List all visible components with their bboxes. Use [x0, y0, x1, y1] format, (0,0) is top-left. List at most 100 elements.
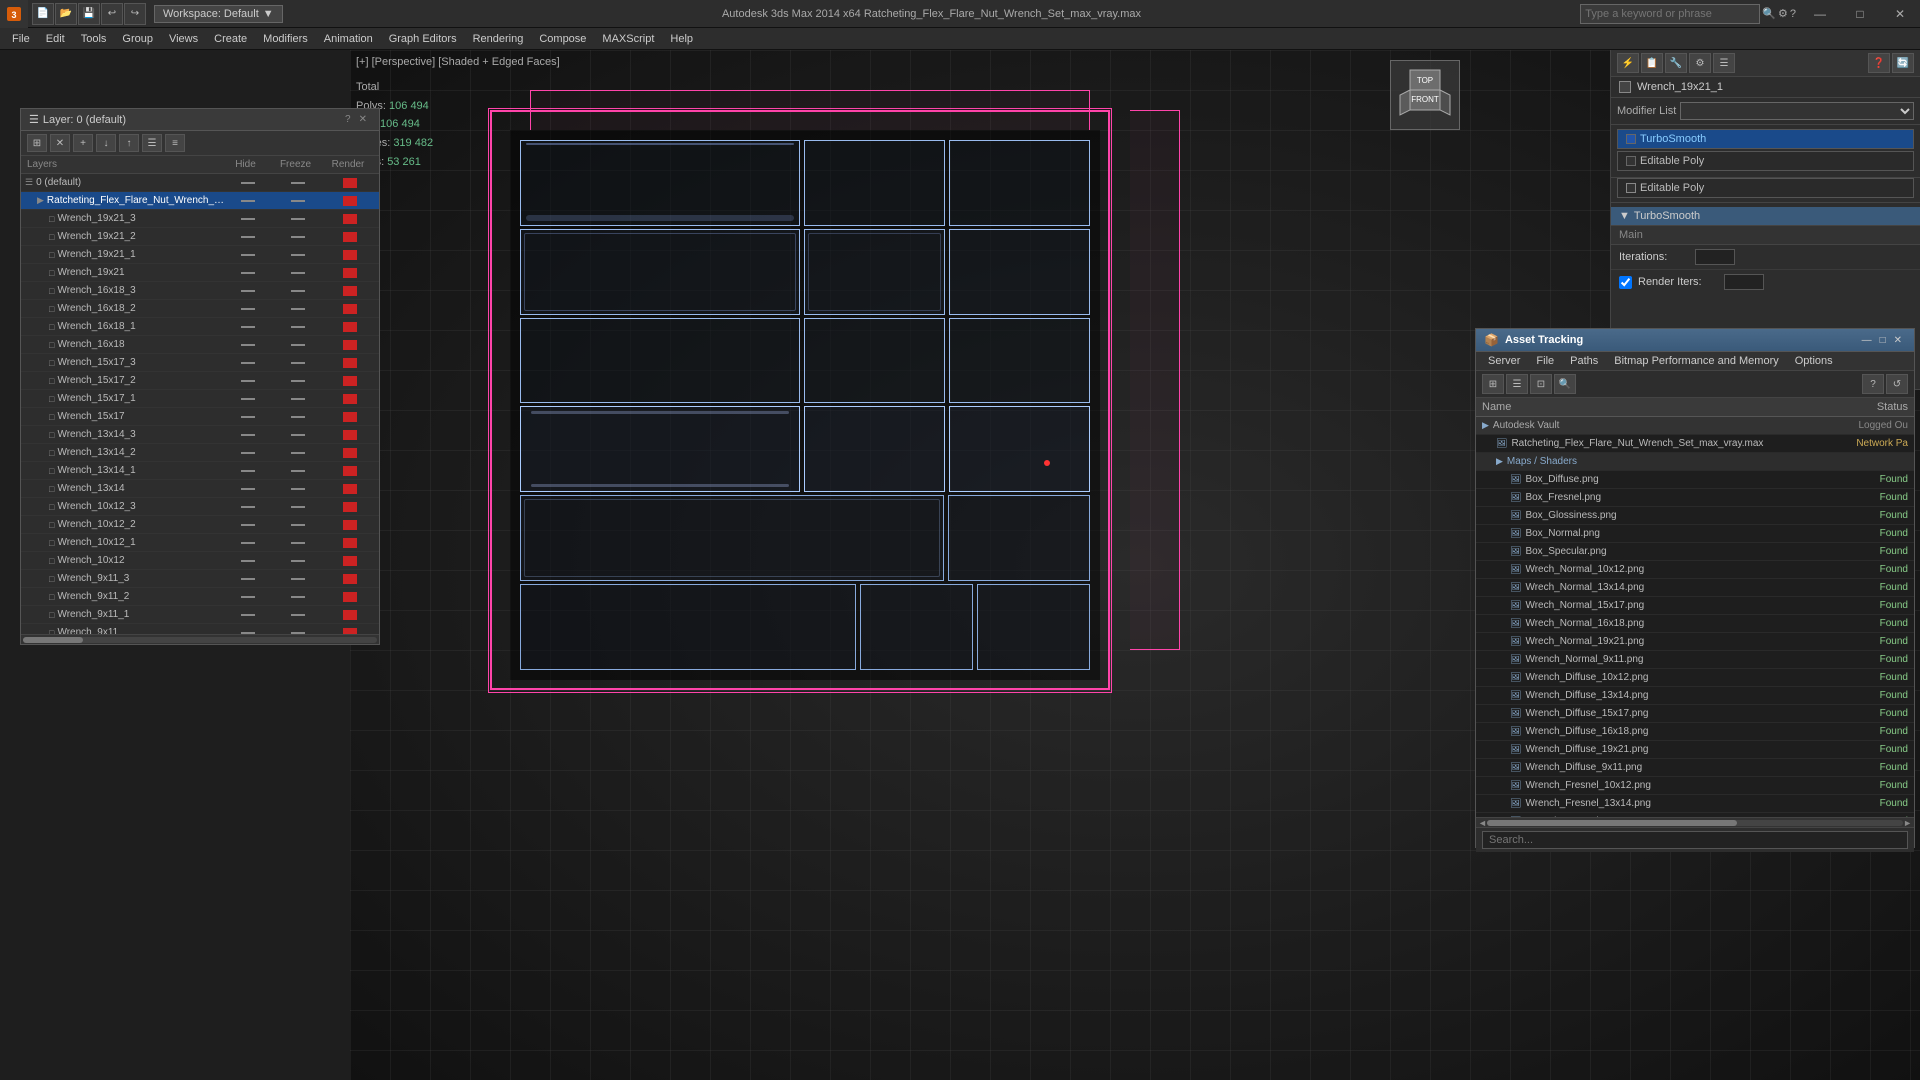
asset-row[interactable]: 🖼 Box_Diffuse.png Found: [1476, 471, 1914, 489]
asset-row[interactable]: 🖼 Wrench_Diffuse_13x14.png Found: [1476, 687, 1914, 705]
mod-icon-1[interactable]: ⚡: [1617, 53, 1639, 73]
asset-maximize-btn[interactable]: □: [1876, 335, 1890, 346]
mod-icon-6[interactable]: ❓: [1868, 53, 1890, 73]
asset-search-input[interactable]: [1482, 831, 1908, 849]
render-iters-input[interactable]: [1724, 274, 1764, 290]
menu-graph-editors[interactable]: Graph Editors: [381, 28, 465, 50]
asset-row[interactable]: ▶ Autodesk Vault Logged Ou: [1476, 417, 1914, 435]
asset-row[interactable]: 🖼 Wrench_Fresnel_13x14.png Found: [1476, 795, 1914, 813]
save-btn[interactable]: 💾: [78, 3, 100, 25]
menu-group[interactable]: Group: [114, 28, 161, 50]
modifier-list-item[interactable]: TurboSmooth: [1617, 129, 1914, 149]
asset-row[interactable]: 🖼 Wrench_Fresnel_10x12.png Found: [1476, 777, 1914, 795]
asset-close-btn[interactable]: ✕: [1890, 335, 1906, 346]
asset-row[interactable]: 🖼 Wrench_Normal_9x11.png Found: [1476, 651, 1914, 669]
layer-scrollbar[interactable]: [21, 634, 379, 644]
layer-item[interactable]: □ Wrench_9x11_3: [21, 570, 379, 588]
menu-rendering[interactable]: Rendering: [465, 28, 532, 50]
mod-icon-2[interactable]: 📋: [1641, 53, 1663, 73]
asset-tool-help[interactable]: ?: [1862, 374, 1884, 394]
search-input[interactable]: [1580, 4, 1760, 24]
asset-tool-refresh[interactable]: ↺: [1886, 374, 1908, 394]
layer-item[interactable]: □ Wrench_19x21_3: [21, 210, 379, 228]
layer-tool-4[interactable]: ↓: [96, 134, 116, 152]
layer-item[interactable]: □ Wrench_10x12: [21, 552, 379, 570]
mod-icon-3[interactable]: 🔧: [1665, 53, 1687, 73]
menu-views[interactable]: Views: [161, 28, 206, 50]
layer-item[interactable]: □ Wrench_15x17_3: [21, 354, 379, 372]
menu-compose[interactable]: Compose: [531, 28, 594, 50]
layer-item[interactable]: ▶ Ratcheting_Flex_Flare_Nut_Wrench_Set: [21, 192, 379, 210]
iterations-input[interactable]: [1695, 249, 1735, 265]
asset-menu-server[interactable]: Server: [1480, 353, 1528, 369]
layer-tool-7[interactable]: ≡: [165, 134, 185, 152]
layer-item[interactable]: □ Wrench_10x12_3: [21, 498, 379, 516]
layer-item[interactable]: □ Wrench_9x11: [21, 624, 379, 634]
layer-tool-add[interactable]: +: [73, 134, 93, 152]
asset-menu-options[interactable]: Options: [1787, 353, 1841, 369]
asset-row[interactable]: 🖼 Box_Normal.png Found: [1476, 525, 1914, 543]
asset-row[interactable]: 🖼 Wrench_Diffuse_10x12.png Found: [1476, 669, 1914, 687]
asset-tool-4[interactable]: 🔍: [1554, 374, 1576, 394]
layer-item[interactable]: □ Wrench_15x17_2: [21, 372, 379, 390]
menu-edit[interactable]: Edit: [38, 28, 73, 50]
scroll-left-btn[interactable]: ◄: [1478, 818, 1487, 828]
modifier-dropdown[interactable]: [1680, 102, 1914, 120]
new-btn[interactable]: 📄: [32, 3, 54, 25]
asset-row[interactable]: 🖼 Wrench_Diffuse_16x18.png Found: [1476, 723, 1914, 741]
scroll-right-btn[interactable]: ►: [1903, 818, 1912, 828]
layer-item[interactable]: □ Wrench_9x11_2: [21, 588, 379, 606]
layer-item[interactable]: ☰ 0 (default): [21, 174, 379, 192]
layer-item[interactable]: □ Wrench_10x12_1: [21, 534, 379, 552]
mod-icon-7[interactable]: 🔄: [1892, 53, 1914, 73]
layer-item[interactable]: □ Wrench_15x17: [21, 408, 379, 426]
layer-item[interactable]: □ Wrench_13x14_3: [21, 426, 379, 444]
layer-item[interactable]: □ Wrench_16x18_1: [21, 318, 379, 336]
asset-menu-file[interactable]: File: [1528, 353, 1562, 369]
menu-help[interactable]: Help: [662, 28, 701, 50]
asset-row[interactable]: 🖼 Box_Glossiness.png Found: [1476, 507, 1914, 525]
layer-item[interactable]: □ Wrench_19x21: [21, 264, 379, 282]
layer-item[interactable]: □ Wrench_16x18: [21, 336, 379, 354]
asset-tool-3[interactable]: ⊡: [1530, 374, 1552, 394]
asset-row[interactable]: 🖼 Box_Specular.png Found: [1476, 543, 1914, 561]
modifier-list-item[interactable]: Editable Poly: [1617, 151, 1914, 171]
layer-item[interactable]: □ Wrench_19x21_1: [21, 246, 379, 264]
layer-tool-1[interactable]: ⊞: [27, 134, 47, 152]
turbosmoooth-rollout[interactable]: ▼ TurboSmooth: [1611, 207, 1920, 226]
layer-tool-5[interactable]: ↑: [119, 134, 139, 152]
asset-row[interactable]: 🖼 Wrech_Normal_16x18.png Found: [1476, 615, 1914, 633]
asset-menu-bitmap[interactable]: Bitmap Performance and Memory: [1606, 353, 1786, 369]
asset-tool-2[interactable]: ☰: [1506, 374, 1528, 394]
help-icon[interactable]: ?: [1790, 8, 1796, 20]
layer-panel-help[interactable]: ?: [341, 114, 355, 125]
mod-icon-5[interactable]: ☰: [1713, 53, 1735, 73]
menu-maxscript[interactable]: MAXScript: [594, 28, 662, 50]
undo-btn[interactable]: ↩: [101, 3, 123, 25]
asset-row[interactable]: 🖼 Wrench_Diffuse_19x21.png Found: [1476, 741, 1914, 759]
layer-item[interactable]: □ Wrench_13x14_2: [21, 444, 379, 462]
asset-scrollbar-h[interactable]: ◄ ►: [1476, 817, 1914, 827]
layer-item[interactable]: □ Wrench_19x21_2: [21, 228, 379, 246]
asset-row[interactable]: 🖼 Wrech_Normal_19x21.png Found: [1476, 633, 1914, 651]
menu-animation[interactable]: Animation: [316, 28, 381, 50]
options-icon[interactable]: ⚙: [1778, 7, 1788, 20]
asset-tool-1[interactable]: ⊞: [1482, 374, 1504, 394]
menu-create[interactable]: Create: [206, 28, 255, 50]
asset-row[interactable]: 🖼 Ratcheting_Flex_Flare_Nut_Wrench_Set_m…: [1476, 435, 1914, 453]
asset-menu-paths[interactable]: Paths: [1562, 353, 1606, 369]
menu-modifiers[interactable]: Modifiers: [255, 28, 316, 50]
layer-item[interactable]: □ Wrench_10x12_2: [21, 516, 379, 534]
layer-panel-close[interactable]: ✕: [355, 114, 371, 125]
asset-row[interactable]: 🖼 Wrech_Normal_13x14.png Found: [1476, 579, 1914, 597]
layer-tool-x[interactable]: ✕: [50, 134, 70, 152]
editable-poly-item[interactable]: Editable Poly: [1617, 178, 1914, 198]
nav-cube[interactable]: TOP FRONT: [1390, 60, 1460, 130]
layer-item[interactable]: □ Wrench_16x18_3: [21, 282, 379, 300]
render-iters-checkbox[interactable]: [1619, 276, 1632, 289]
maximize-btn[interactable]: □: [1840, 0, 1880, 28]
asset-minimize-btn[interactable]: —: [1858, 335, 1876, 346]
asset-row[interactable]: 🖼 Wrech_Normal_10x12.png Found: [1476, 561, 1914, 579]
minimize-btn[interactable]: —: [1800, 0, 1840, 28]
search-icon[interactable]: 🔍: [1762, 7, 1776, 20]
